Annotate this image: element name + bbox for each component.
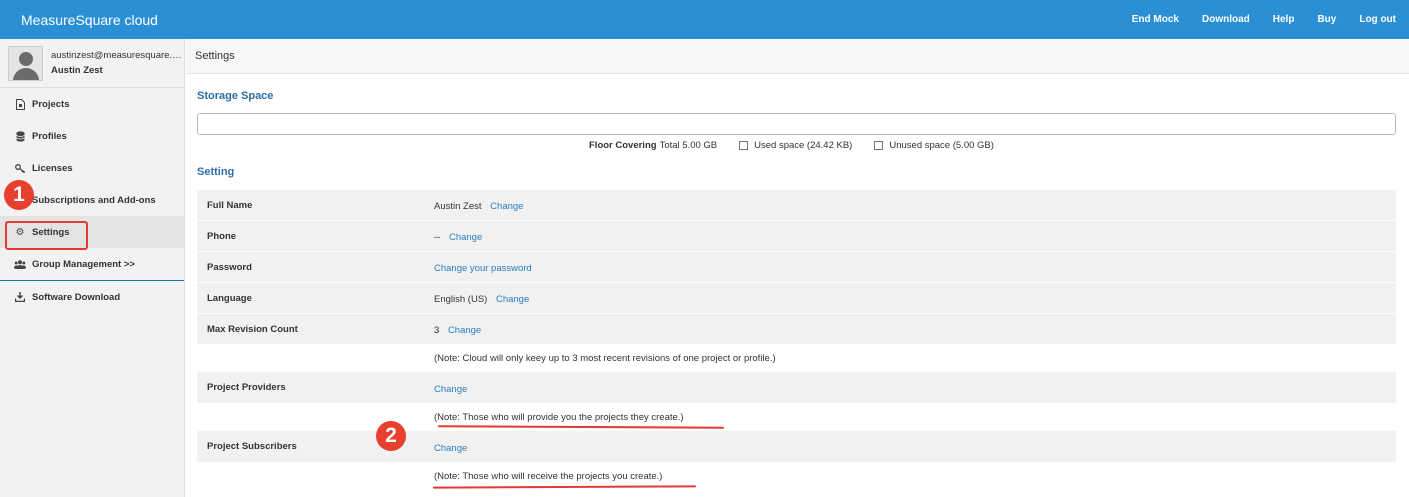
setting-section-title: Setting [197,166,235,178]
database-icon [14,130,26,142]
max-revision-value: 3 [434,325,440,336]
user-email: austinzest@measuresquare.com [51,50,183,61]
help-link[interactable]: Help [1273,14,1295,25]
table-row: Project Providers Change [197,371,1396,403]
language-label: Language [207,292,252,304]
sidebar-item-software-download[interactable]: Software Download [0,281,184,313]
password-label: Password [207,261,252,273]
user-name: Austin Zest [51,65,103,76]
key-icon [14,163,26,173]
table-row: Language English (US) Change [197,282,1396,313]
storage-usage-bar [197,113,1396,135]
app-title[interactable]: MeasureSquare cloud [0,12,158,28]
avatar [8,45,43,81]
project-providers-note: (Note: Those who will provide you the pr… [434,411,684,423]
unused-space-swatch [874,141,884,150]
sidebar: austinzest@measuresquare.com Austin Zest… [0,39,185,497]
users-icon [14,259,26,269]
table-row: (Note: Cloud will only keey up to 3 most… [197,344,1396,371]
file-icon [14,98,26,110]
sidebar-item-licenses[interactable]: Licenses [0,152,184,184]
storage-category: Floor Covering [589,140,657,151]
user-panel: austinzest@measuresquare.com Austin Zest [0,39,184,88]
phone-label: Phone [207,230,237,242]
project-providers-label: Project Providers [207,382,286,393]
sidebar-item-profiles[interactable]: Profiles [0,120,184,152]
sidebar-item-label: Licenses [32,162,73,174]
change-phone-link[interactable]: Change [449,232,482,243]
sidebar-item-projects[interactable]: Projects [0,88,184,120]
storage-section-title: Storage Space [197,90,274,102]
table-row: Phone -- Change [197,220,1396,251]
main-content: Settings Storage Space Floor Covering To… [186,39,1409,497]
project-subscribers-note: (Note: Those who will receive the projec… [434,470,663,482]
language-value: English (US) [434,294,488,305]
unused-space-label: Unused space (5.00 GB) [889,140,994,151]
max-revision-note: (Note: Cloud will only keey up to 3 most… [434,352,776,364]
sidebar-item-label: Software Download [32,291,121,303]
breadcrumb: Settings [186,39,1409,74]
step-badge-1: 1 [4,180,34,210]
used-space-swatch [739,141,749,150]
logout-link[interactable]: Log out [1359,14,1396,25]
settings-table: Full Name Austin Zest Change Phone -- Ch… [197,189,1396,489]
download-icon [14,292,26,302]
change-language-link[interactable]: Change [496,294,529,305]
storage-total: Total 5.00 GB [659,140,718,151]
table-row: (Note: Those who will provide you the pr… [197,403,1396,430]
settings-highlight-box [5,221,88,250]
sidebar-item-label: Group Management >> [32,258,135,270]
change-providers-link[interactable]: Change [434,384,467,395]
sidebar-item-label: Projects [32,98,70,110]
table-row: Password Change your password [197,251,1396,282]
table-row: Max Revision Count 3 Change [197,313,1396,344]
sidebar-item-label: Profiles [32,130,67,142]
storage-legend: Floor Covering Total 5.00 GB Used space … [589,140,994,151]
full-name-value: Austin Zest [434,201,482,212]
table-row: (Note: Those who will receive the projec… [197,462,1396,489]
used-space-label: Used space (24.42 KB) [754,140,853,151]
change-full-name-link[interactable]: Change [490,201,523,212]
max-revision-label: Max Revision Count [207,323,298,335]
phone-value: -- [434,232,441,243]
sidebar-item-label: Subscriptions and Add-ons [32,194,156,206]
top-navbar: MeasureSquare cloud End Mock Download He… [0,0,1409,39]
download-link[interactable]: Download [1202,14,1250,25]
sidebar-item-group-management[interactable]: Group Management >> [0,248,184,280]
full-name-label: Full Name [207,199,253,211]
table-row: Full Name Austin Zest Change [197,189,1396,220]
end-mock-link[interactable]: End Mock [1132,14,1179,25]
change-subscribers-link[interactable]: Change [434,443,467,454]
top-nav-links: End Mock Download Help Buy Log out [1109,14,1409,25]
buy-link[interactable]: Buy [1317,14,1336,25]
step-badge-2: 2 [376,421,406,451]
change-password-link[interactable]: Change your password [434,263,532,274]
change-max-revision-link[interactable]: Change [448,325,481,336]
